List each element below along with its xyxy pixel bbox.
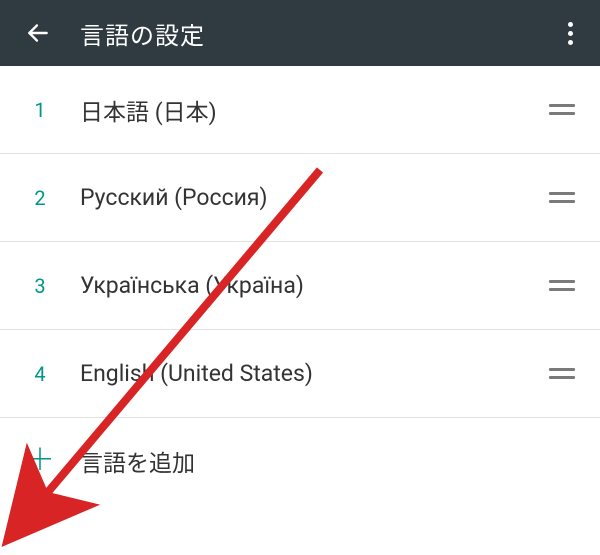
language-label: English (United States) [80,360,544,387]
drag-handle-icon[interactable] [544,280,580,291]
more-vertical-icon [568,22,573,45]
language-row[interactable]: 2 Русский (Россия) [0,154,600,242]
language-label: Русский (Россия) [80,184,544,211]
plus-icon: ＋ [25,446,55,476]
more-menu-button[interactable] [550,13,590,53]
back-button[interactable] [18,13,58,53]
row-index: 1 [0,98,80,122]
language-row[interactable]: 4 English (United States) [0,330,600,418]
add-language-label: 言語を追加 [80,444,195,478]
language-label: 日本語 (日本) [80,93,544,127]
language-row[interactable]: 3 Українська (Україна) [0,242,600,330]
add-language-button[interactable]: ＋ 言語を追加 [0,418,600,504]
language-label: Українська (Україна) [80,272,544,299]
row-index: 4 [0,362,80,386]
language-list: 1 日本語 (日本) 2 Русский (Россия) 3 Українсь… [0,66,600,504]
language-row[interactable]: 1 日本語 (日本) [0,66,600,154]
drag-handle-icon[interactable] [544,104,580,115]
row-index: 3 [0,274,80,298]
appbar: 言語の設定 [0,0,600,66]
drag-handle-icon[interactable] [544,192,580,203]
row-index: 2 [0,186,80,210]
page-title: 言語の設定 [80,16,550,51]
arrow-left-icon [25,20,51,46]
drag-handle-icon[interactable] [544,368,580,379]
